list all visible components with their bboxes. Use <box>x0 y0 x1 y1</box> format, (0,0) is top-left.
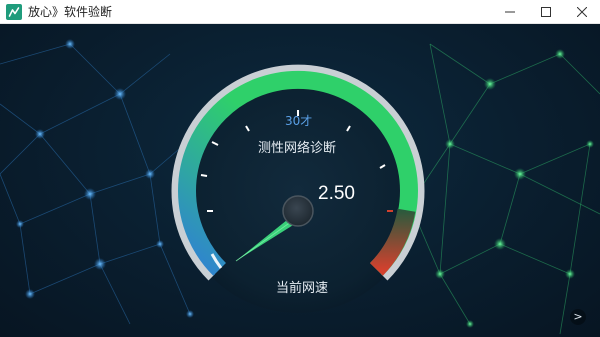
close-button[interactable] <box>564 0 600 24</box>
speed-value: 2.50 <box>318 183 355 204</box>
maximize-icon <box>541 7 551 17</box>
title-bar: 放心》软件验断 <box>0 0 600 24</box>
main-content: 30才 测性网络诊断 2.50 当前网速 > <box>0 24 600 337</box>
window-title: 放心》软件验断 <box>28 5 113 19</box>
next-button[interactable]: > <box>570 309 586 325</box>
gauge-max-label: 30才 <box>285 114 313 128</box>
gauge-hub <box>282 195 314 227</box>
diagnosis-title: 测性网络诊断 <box>258 141 337 156</box>
minimize-button[interactable] <box>492 0 528 24</box>
speed-caption: 当前网速 <box>276 281 329 296</box>
maximize-button[interactable] <box>528 0 564 24</box>
app-window: 放心》软件验断 30才 测性网络诊断 2.50 当前网速 > <box>0 0 600 337</box>
minimize-icon <box>505 11 515 13</box>
app-logo-icon <box>6 3 22 20</box>
close-icon <box>577 7 587 17</box>
window-controls <box>492 0 600 24</box>
chevron-right-icon: > <box>573 310 583 323</box>
